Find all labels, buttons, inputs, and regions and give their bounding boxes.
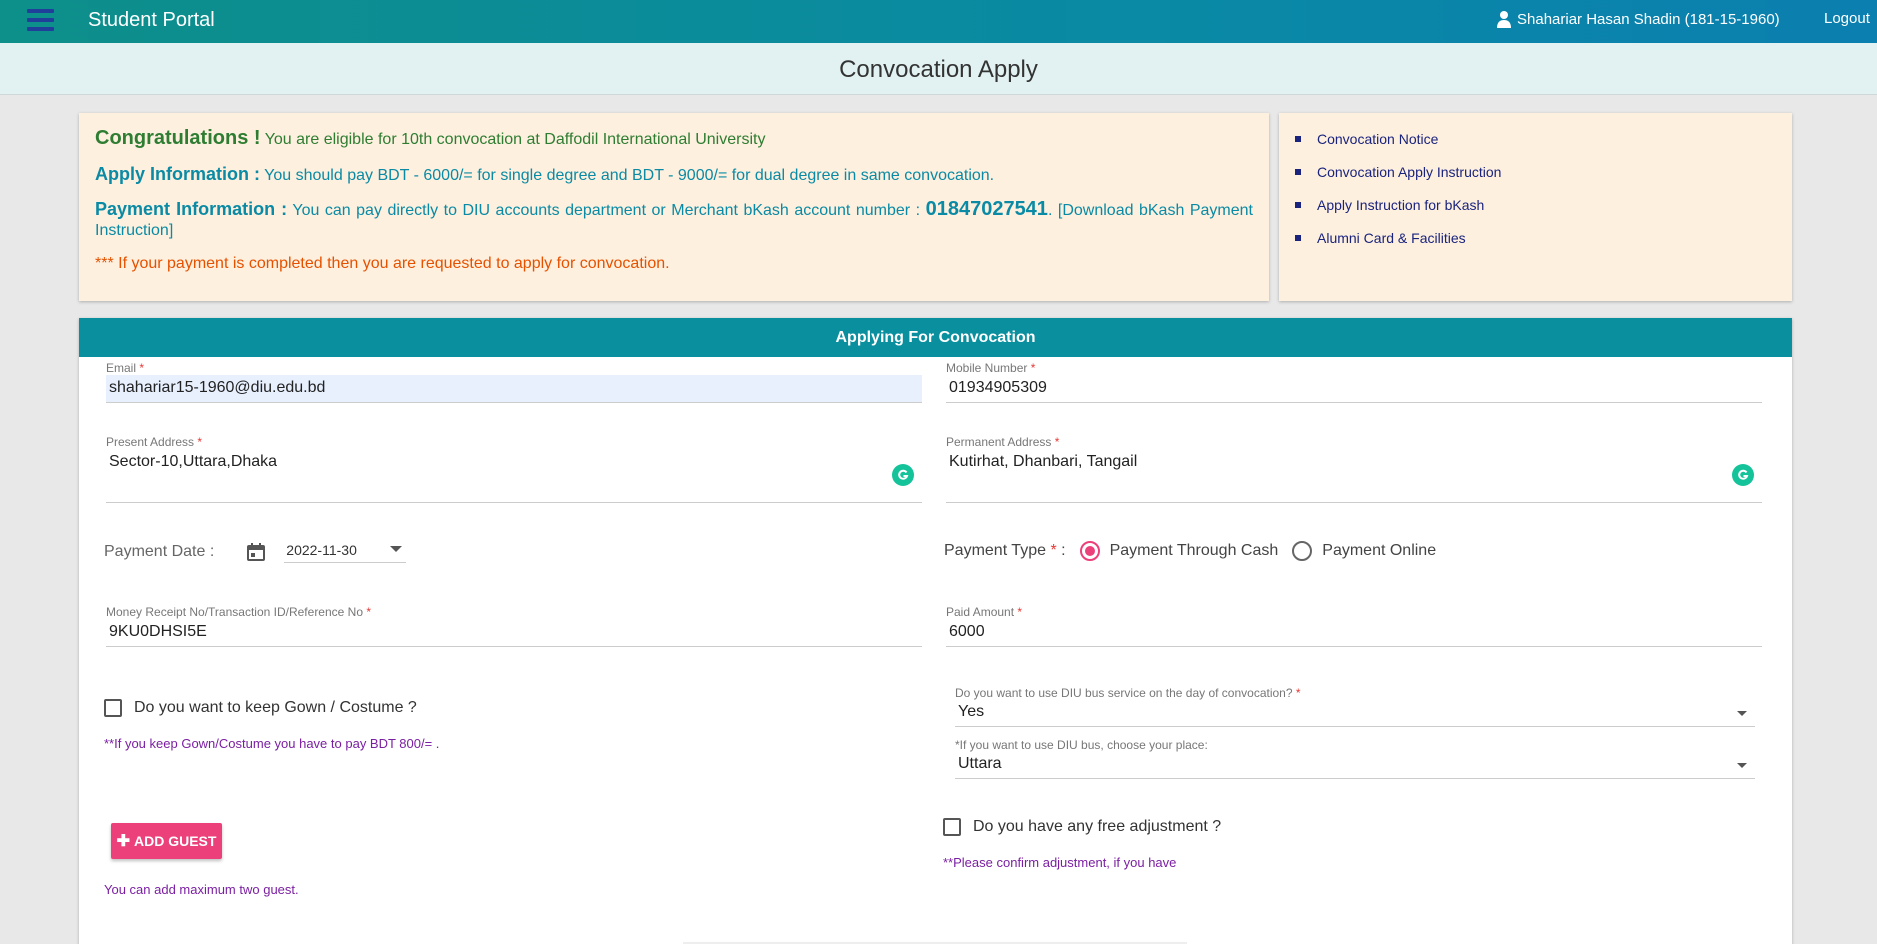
- bus-service-select[interactable]: Do you want to use DIU bus service on th…: [955, 686, 1755, 727]
- brand-title: Student Portal: [88, 9, 215, 31]
- link-convocation-notice[interactable]: Convocation Notice: [1295, 131, 1776, 147]
- bus-service-label: Do you want to use DIU bus service on th…: [955, 686, 1293, 700]
- adjustment-note: **Please confirm adjustment, if you have: [943, 855, 1177, 870]
- payment-cash-radio[interactable]: Payment Through Cash: [1079, 541, 1279, 561]
- checkbox-icon: [943, 818, 961, 836]
- payment-warning: *** If your payment is completed then yo…: [95, 255, 670, 272]
- mobile-field[interactable]: [946, 375, 1762, 403]
- email-label: Email: [106, 361, 137, 375]
- present-address-field[interactable]: Sector-10,Uttara,Dhaka: [106, 449, 922, 503]
- present-address-group: Present Address * Sector-10,Uttara,Dhaka: [106, 435, 922, 503]
- adjustment-label: Do you have any free adjustment ?: [973, 818, 1222, 835]
- checkbox-icon: [104, 699, 122, 717]
- apply-info-text: You should pay BDT - 6000/= for single d…: [264, 167, 995, 184]
- bus-place-select[interactable]: *If you want to use DIU bus, choose your…: [955, 738, 1755, 779]
- convocation-form: Applying For Convocation Email * Mobile …: [79, 318, 1792, 944]
- payment-info-title: Payment Information :: [95, 199, 288, 219]
- radio-unchecked-icon: [1292, 541, 1313, 561]
- grammarly-icon[interactable]: [892, 464, 914, 486]
- user-info[interactable]: Shahariar Hasan Shadin (181-15-1960): [1496, 10, 1780, 28]
- page-title-bar: Convocation Apply: [0, 43, 1877, 95]
- eligibility-notice: Congratulations ! You are eligible for 1…: [79, 113, 1269, 301]
- email-field-group: Email *: [106, 361, 922, 403]
- payment-date-group: Payment Date : 2022-11-30: [104, 540, 407, 563]
- apply-info-line: Apply Information : You should pay BDT -…: [95, 164, 1253, 185]
- quick-links-panel: Convocation Notice Convocation Apply Ins…: [1279, 113, 1792, 301]
- link-bkash-instruction[interactable]: Apply Instruction for bKash: [1295, 197, 1776, 213]
- receipt-field[interactable]: [106, 619, 922, 647]
- payment-cash-label: Payment Through Cash: [1109, 542, 1279, 559]
- congrats-line: Congratulations ! You are eligible for 1…: [95, 127, 1253, 150]
- payment-date-label: Payment Date :: [104, 542, 215, 560]
- chevron-down-icon: [1737, 711, 1747, 716]
- payment-type-group: Payment Type * : Payment Through Cash Pa…: [944, 541, 1437, 561]
- payment-type-label: Payment Type: [944, 542, 1046, 559]
- permanent-address-label: Permanent Address: [946, 435, 1052, 449]
- email-field[interactable]: [106, 375, 922, 403]
- bus-place-value: Uttara: [958, 755, 1002, 772]
- logout-link[interactable]: Logout: [1824, 10, 1870, 27]
- bus-place-label: *If you want to use DIU bus, choose your…: [955, 738, 1208, 752]
- guest-note: You can add maximum two guest.: [104, 882, 299, 897]
- payment-online-label: Payment Online: [1322, 542, 1437, 559]
- payment-online-radio[interactable]: Payment Online: [1292, 541, 1436, 561]
- menu-icon[interactable]: [27, 9, 54, 31]
- payment-date-select[interactable]: 2022-11-30: [284, 540, 407, 563]
- page-title: Convocation Apply: [839, 56, 1038, 83]
- receipt-label: Money Receipt No/Transaction ID/Referenc…: [106, 605, 364, 619]
- link-apply-instruction[interactable]: Convocation Apply Instruction: [1295, 164, 1776, 180]
- top-bar: Student Portal Shahariar Hasan Shadin (1…: [0, 0, 1877, 43]
- bus-service-value: Yes: [958, 703, 985, 720]
- congrats-title: Congratulations !: [95, 127, 261, 149]
- paid-amount-label: Paid Amount: [946, 605, 1015, 619]
- chevron-down-icon: [1737, 763, 1747, 768]
- gown-label: Do you want to keep Gown / Costume ?: [134, 699, 417, 716]
- payment-info-text: You can pay directly to DIU accounts dep…: [292, 202, 921, 219]
- paid-amount-group: Paid Amount *: [946, 605, 1762, 647]
- form-heading: Applying For Convocation: [79, 318, 1792, 357]
- bkash-number: 01847027541: [925, 198, 1048, 220]
- receipt-field-group: Money Receipt No/Transaction ID/Referenc…: [106, 605, 922, 647]
- radio-checked-icon: [1079, 541, 1100, 561]
- adjustment-checkbox[interactable]: Do you have any free adjustment ?: [943, 818, 1221, 836]
- mobile-field-group: Mobile Number *: [946, 361, 1762, 403]
- gown-note: **If you keep Gown/Costume you have to p…: [104, 736, 440, 751]
- link-alumni-card[interactable]: Alumni Card & Facilities: [1295, 230, 1776, 246]
- apply-info-title: Apply Information :: [95, 164, 260, 184]
- payment-date-value: 2022-11-30: [286, 542, 357, 558]
- permanent-address-group: Permanent Address * Kutirhat, Dhanbari, …: [946, 435, 1762, 503]
- gown-checkbox[interactable]: Do you want to keep Gown / Costume ?: [104, 699, 417, 717]
- plus-icon: ✚: [116, 833, 130, 850]
- calendar-icon[interactable]: [246, 542, 266, 562]
- user-name: Shahariar Hasan Shadin (181-15-1960): [1517, 10, 1780, 28]
- add-guest-button[interactable]: ✚ ADD GUEST: [111, 823, 222, 859]
- present-address-label: Present Address: [106, 435, 195, 449]
- grammarly-icon[interactable]: [1732, 464, 1754, 486]
- paid-amount-field[interactable]: [946, 619, 1762, 647]
- chevron-down-icon: [390, 546, 403, 552]
- mobile-label: Mobile Number: [946, 361, 1028, 375]
- user-icon: [1497, 11, 1511, 28]
- permanent-address-field[interactable]: Kutirhat, Dhanbari, Tangail: [946, 449, 1762, 503]
- congrats-text: You are eligible for 10th convocation at…: [264, 131, 766, 148]
- payment-info-line: Payment Information : You can pay direct…: [95, 199, 1253, 241]
